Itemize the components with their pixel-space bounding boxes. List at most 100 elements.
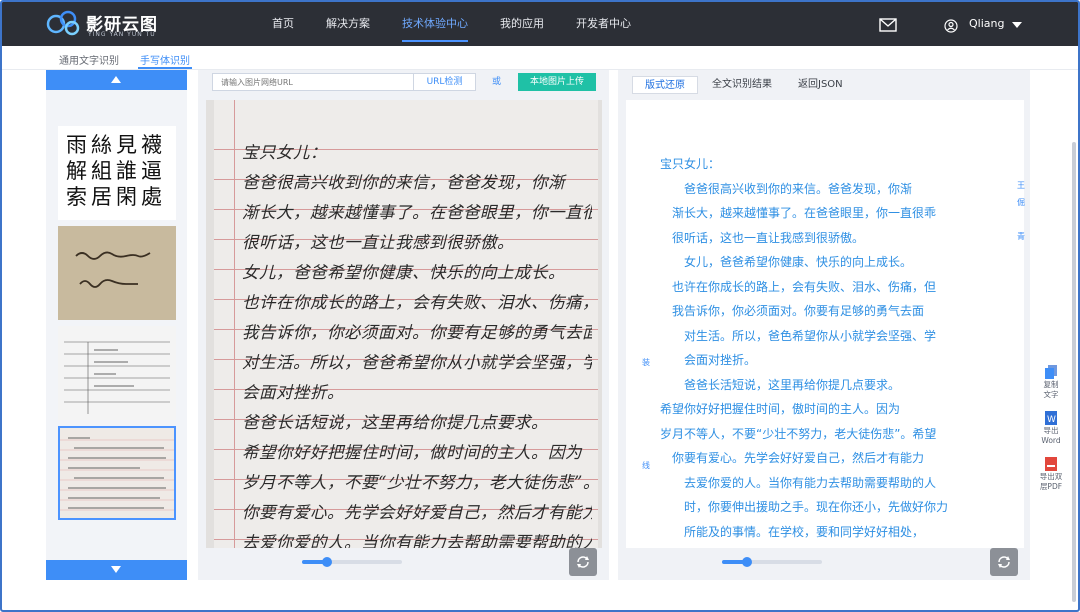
pdf-label-1: 导出双 (1039, 472, 1063, 481)
local-upload-button[interactable]: 本地图片上传 (518, 73, 596, 91)
handwriting-line: 宝只女儿： (242, 143, 327, 162)
recognized-line: 你要有爱心。先学会好好爱自己，然后才有能力 (660, 451, 925, 465)
handwriting-line: 对生活。所以，爸爸希望你从小就学会坚强，学 (242, 353, 592, 372)
zoom-slider-knob[interactable] (322, 557, 332, 567)
handwriting-line: 我告诉你，你必须面对。你要有足够的勇气去面 (242, 323, 592, 342)
chevron-up-icon (111, 76, 121, 83)
letter-image (60, 428, 174, 518)
copy-text-button[interactable]: 复制 文字 (1038, 365, 1064, 409)
image-panel: URL检测 或 本地图片上传 宝只女儿： 爸爸很高兴收到你的来信，爸爸发现，你渐… (198, 70, 609, 580)
recognized-line: 很听话，这也一直让我感到很骄傲。 (660, 230, 865, 245)
copy-label-1: 复制 (1043, 380, 1059, 389)
tab-layout-restore[interactable]: 版式还原 (632, 76, 698, 94)
nav-item-home[interactable]: 首页 (272, 2, 294, 46)
url-detect-button[interactable]: URL检测 (414, 73, 476, 91)
tab-handwriting-ocr[interactable]: 手写体识别 (138, 52, 192, 69)
handwritten-text: 宝只女儿： 爸爸很高兴收到你的来信，爸爸发现，你渐渐长大，越来越懂事了。在爸爸眼… (242, 138, 592, 548)
tab-general-ocr[interactable]: 通用文字识别 (59, 52, 119, 67)
handwriting-line: 很听话，这也一直让我感到很骄傲。 (242, 233, 514, 252)
svg-text:處: 處 (141, 185, 162, 209)
rotate-icon (577, 556, 589, 568)
thumbnail-letter-selected[interactable] (58, 426, 176, 520)
image-zoom-slider[interactable] (302, 557, 402, 567)
recognized-line: 女儿，爸爸希望你健康、快乐的向上成长。 (660, 255, 913, 269)
form-image (58, 326, 176, 420)
user-icon[interactable] (944, 19, 958, 33)
rotate-icon (998, 556, 1010, 568)
rotate-image-button[interactable] (569, 548, 597, 576)
handwriting-line: 也许在你成长的路上，会有失败、泪水、伤痛，但 (242, 293, 592, 312)
paper-margin-line (234, 100, 235, 548)
side-mark-xian: 线 (642, 461, 650, 470)
svg-text:索: 索 (66, 185, 87, 209)
export-word-button[interactable]: W 导出 Word (1038, 411, 1064, 455)
result-zoom-slider[interactable] (722, 557, 822, 567)
handwriting-line: 会面对挫折。 (242, 383, 344, 402)
mail-icon[interactable] (879, 18, 897, 32)
scroll-up-button[interactable] (46, 70, 187, 90)
svg-text:W: W (1047, 415, 1056, 425)
recognized-line: 希望你好好把握住时间，傲时间的主人。因为 (660, 402, 901, 416)
word-icon: W (1045, 411, 1057, 425)
brand-logo[interactable]: 影研云图 YING YAN YUN TU (46, 8, 206, 42)
recognized-text: 宝只女儿： 爸爸很高兴收到你的来信。爸爸发现，你渐 渐长大，越来越懂事了。在爸爸… (660, 152, 1006, 544)
user-name[interactable]: Qliang (969, 17, 1004, 30)
side-mark-jue: 倔 (1017, 198, 1025, 207)
scroll-down-button[interactable] (46, 560, 187, 580)
brand-subtitle: YING YAN YUN TU (88, 31, 156, 38)
handwriting-line: 渐长大，越来越懂事了。在爸爸眼里，你一直很乖 (242, 203, 592, 222)
recognized-line: 去爱你爱的人。当你有能力去帮助需要帮助的人 (660, 475, 937, 490)
svg-text:閑: 閑 (116, 185, 137, 209)
thumbnail-form[interactable] (58, 326, 176, 420)
nav-item-developer[interactable]: 开发者中心 (576, 2, 631, 46)
thumbnail-old-note[interactable] (58, 226, 176, 320)
recognized-line: 会面对挫折。 (660, 353, 757, 367)
thumbnail-calligraphy[interactable]: 雨絲見襪 解組誰逼 索居閑處 (58, 126, 176, 220)
recognized-line: 我告诉你，你必须面对。你要有足够的勇气去面 (660, 304, 925, 318)
nav-item-tech-center[interactable]: 技术体验中心 (402, 2, 468, 46)
copy-label-2: 文字 (1043, 390, 1059, 399)
rotate-result-button[interactable] (990, 548, 1018, 576)
svg-text:解: 解 (66, 159, 87, 183)
pdf-icon (1045, 457, 1057, 471)
svg-text:絲: 絲 (91, 133, 112, 157)
recognized-line: 岁月不等人，不要“少壮不努力，老大徒伤悲”。希望 (660, 426, 937, 441)
tab-full-text[interactable]: 全文识别结果 (712, 76, 772, 94)
thumbnail-rail: 雨絲見襪 解組誰逼 索居閑處 (46, 70, 187, 580)
nav-item-solutions[interactable]: 解决方案 (326, 2, 370, 46)
recognized-line: 时，你要伸出援助之手。现在你还小，先做好你力 (660, 500, 949, 514)
chevron-down-icon (111, 566, 121, 573)
export-pdf-button[interactable]: 导出双 层PDF (1038, 457, 1064, 501)
or-label: 或 (492, 77, 502, 87)
recognized-line: 宝只女儿： (660, 157, 721, 171)
svg-text:組: 組 (91, 159, 112, 183)
logo-icon (46, 10, 80, 36)
result-tabs: 版式还原 全文识别结果 返回JSON (632, 76, 869, 94)
svg-text:誰: 誰 (116, 159, 137, 183)
handwriting-line: 爸爸很高兴收到你的来信，爸爸发现，你渐 (242, 173, 565, 192)
svg-text:襪: 襪 (141, 133, 162, 157)
handwriting-line: 希望你好好把握住时间，做时间的主人。因为 (242, 443, 582, 462)
handwriting-line: 去爱你爱的人。当你有能力去帮助需要帮助的人 (242, 533, 592, 548)
svg-text:逼: 逼 (141, 159, 162, 183)
image-url-input[interactable] (212, 73, 414, 91)
recognized-line: 所能及的事情。在学校，要和同学好好相处， (660, 524, 925, 539)
handwriting-image: 宝只女儿： 爸爸很高兴收到你的来信，爸爸发现，你渐渐长大，越来越懂事了。在爸爸眼… (206, 100, 602, 548)
recognized-line: 也许在你成长的路上，会有失败、泪水、伤痛，但 (660, 279, 937, 294)
result-slider-knob[interactable] (742, 557, 752, 567)
calligraphy-image: 雨絲見襪 解組誰逼 索居閑處 (58, 126, 176, 220)
copy-icon (1045, 365, 1057, 379)
svg-text:居: 居 (91, 185, 112, 209)
recognized-line: 爸爸长活短说，这里再给你提几点要求。 (660, 377, 901, 392)
nav-item-my-apps[interactable]: 我的应用 (500, 2, 544, 46)
caret-down-icon[interactable] (1012, 22, 1022, 28)
side-mark-qing: 青 (1017, 232, 1025, 241)
recognized-line: 爸爸很高兴收到你的来信。爸爸发现，你渐 (660, 181, 913, 196)
recognized-line: 渐长大，越来越懂事了。在爸爸眼里，你一直很乖 (660, 206, 937, 220)
lined-paper: 宝只女儿： 爸爸很高兴收到你的来信，爸爸发现，你渐渐长大，越来越懂事了。在爸爸眼… (214, 100, 598, 548)
app-window: 影研云图 YING YAN YUN TU 首页 解决方案 技术体验中心 我的应用… (0, 0, 1080, 612)
tab-return-json[interactable]: 返回JSON (798, 76, 843, 94)
handwriting-line: 你要有爱心。先学会好好爱自己，然后才有能力 (242, 503, 592, 522)
pdf-label-2: 层PDF (1039, 482, 1063, 491)
page-scrollbar[interactable] (1072, 142, 1076, 602)
